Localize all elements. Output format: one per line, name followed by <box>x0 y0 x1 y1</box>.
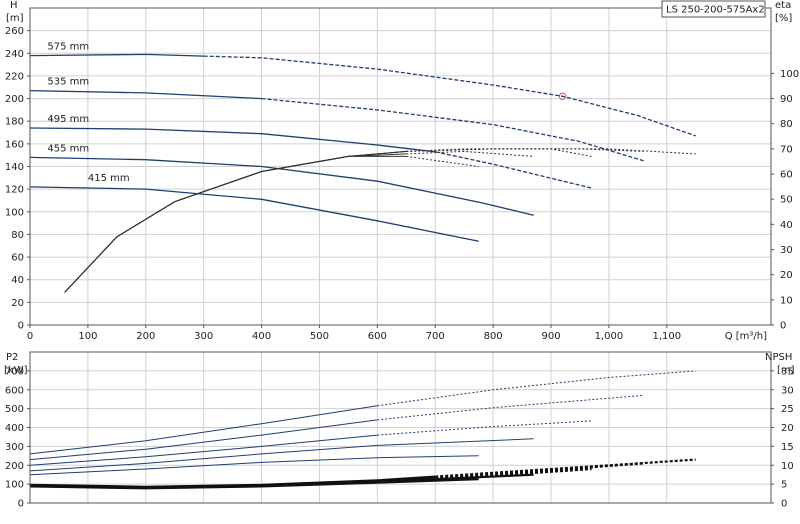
power-axis-unit: [kW] <box>4 365 28 376</box>
y-right-tick-label: 30 <box>780 245 793 256</box>
power-axis-title: P2 <box>6 352 18 363</box>
x-tick-label: 700 <box>426 331 445 342</box>
y-right-tick-label: 100 <box>780 69 799 80</box>
power-curve-2-extension <box>377 394 644 421</box>
x-tick-label: 1,000 <box>595 331 624 342</box>
y-left-tick-label: 180 <box>5 117 24 128</box>
head-curve-1-extension <box>203 55 696 137</box>
y-left-tick-label: 100 <box>5 207 24 218</box>
x-tick-label: 1,100 <box>652 331 681 342</box>
flow-axis-title: Q [m³/h] <box>725 331 767 342</box>
p2-tick-label: 600 <box>5 385 24 396</box>
npsh-axis-title: NPSH <box>765 352 792 363</box>
y-left-tick-label: 140 <box>5 162 24 173</box>
y-left-tick-label: 200 <box>5 94 24 105</box>
y-left-tick-label: 60 <box>11 253 24 264</box>
npsh-axis-unit: [m] <box>777 365 795 376</box>
npsh-tick-label: 20 <box>781 423 794 434</box>
chart-canvas: 575 mm535 mm495 mm455 mm415 mm 0 100 200 30… <box>4 0 799 510</box>
y-left-tick-label: 20 <box>11 298 24 309</box>
efficiency-curve-2-extension <box>406 150 534 157</box>
npsh-tick-label: 5 <box>781 480 787 491</box>
y-left-tick-label: 0 <box>18 321 24 332</box>
top-gridlines <box>29 8 771 326</box>
p2-tick-label: 400 <box>5 423 24 434</box>
y-left-tick-label: 240 <box>5 49 24 60</box>
y-left-tick-label: 260 <box>5 26 24 37</box>
power-curve-1-extension <box>377 370 696 407</box>
y-left-tick-label: 220 <box>5 71 24 82</box>
efficiency-curve-3-extension <box>406 148 592 157</box>
impeller-label: 575 mm <box>47 42 89 53</box>
npsh-tick-label: 0 <box>781 499 787 510</box>
y-left-tick-label: 80 <box>11 230 24 241</box>
p2-tick-label: 200 <box>5 461 24 472</box>
y-right-tick-label: 10 <box>780 295 793 306</box>
head-curve-3 <box>29 127 436 153</box>
x-tick-label: 100 <box>78 331 97 342</box>
model-label: LS 250-200-575Ax2 <box>666 5 765 16</box>
npsh-tick-label: 10 <box>781 461 794 472</box>
p2-tick-label: 300 <box>5 442 24 453</box>
y-left-tick-label: 120 <box>5 185 24 196</box>
head-curve-3-extension <box>435 151 592 189</box>
y-right-tick-label: 70 <box>780 144 793 155</box>
npsh-tick-label: 25 <box>781 404 794 415</box>
impeller-label: 535 mm <box>47 77 89 88</box>
y-right-tick-label: 90 <box>780 94 793 105</box>
npsh-curve-1-extension <box>435 458 696 478</box>
p2-tick-label: 0 <box>18 499 24 510</box>
pump-performance-chart: 575 mm 535 mm 495 mm 455 mm 415 mm 0 100 200 30… <box>0 0 800 520</box>
x-tick-label: 500 <box>310 331 329 342</box>
y-left-tick-label: 40 <box>11 275 24 286</box>
y-right-tick-label: 60 <box>780 170 793 181</box>
x-tick-label: 600 <box>368 331 387 342</box>
impeller-label: 415 mm <box>88 173 130 184</box>
efficiency-curve-1-extension <box>406 155 479 167</box>
p2-tick-label: 100 <box>5 480 24 491</box>
eta-axis-unit: [%] <box>775 13 792 24</box>
npsh-tick-label: 15 <box>781 442 794 453</box>
power-curve-4 <box>29 438 534 472</box>
x-tick-label: 400 <box>252 331 271 342</box>
x-tick-label: 200 <box>136 331 155 342</box>
head-axis-unit: [m] <box>6 13 24 24</box>
x-tick-label: 900 <box>541 331 560 342</box>
y-right-tick-label: 40 <box>780 220 793 231</box>
p2-tick-label: 500 <box>5 404 24 415</box>
y-left-tick-label: 160 <box>5 139 24 150</box>
head-curve-5 <box>29 186 479 242</box>
impeller-label: 495 mm <box>47 114 89 125</box>
head-curve-1 <box>29 53 204 57</box>
x-tick-label: 800 <box>484 331 503 342</box>
npsh-tick-label: 30 <box>781 385 794 396</box>
y-right-tick-label: 20 <box>780 270 793 281</box>
head-curve-2-extension <box>261 97 644 162</box>
eta-axis-title: eta <box>775 0 791 11</box>
x-tick-label: 0 <box>27 331 33 342</box>
impeller-label: 455 mm <box>47 143 89 154</box>
y-right-tick-label: 50 <box>780 195 793 206</box>
y-right-tick-label: 80 <box>780 119 793 130</box>
power-npsh-series <box>29 370 696 490</box>
y-right-tick-label: 0 <box>780 321 786 332</box>
x-tick-label: 300 <box>194 331 213 342</box>
head-axis-title: H <box>10 0 18 11</box>
